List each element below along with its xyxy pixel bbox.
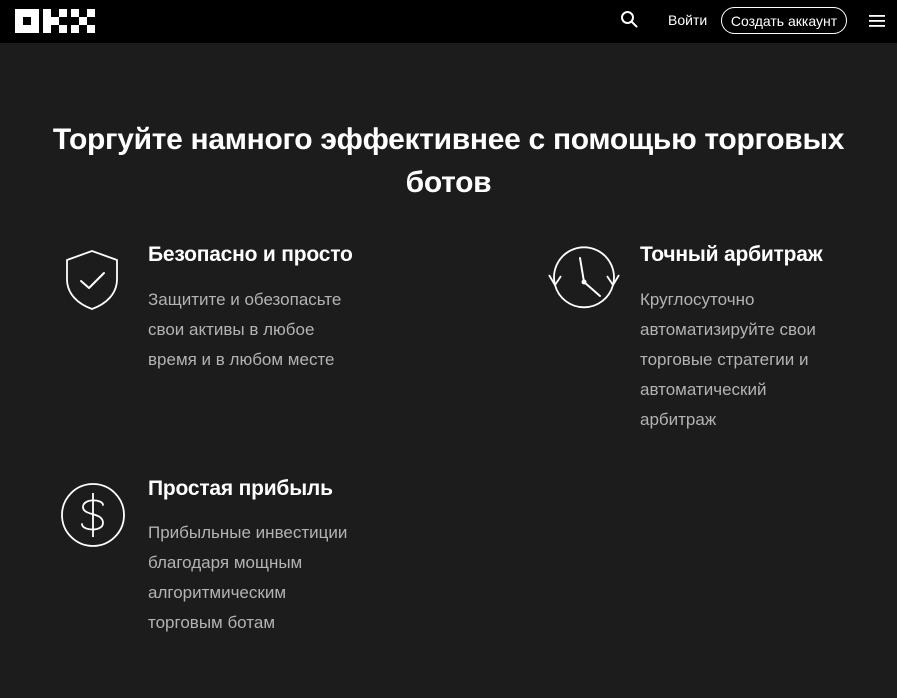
top-navigation-bar: Войти Создать аккаунт <box>0 0 897 43</box>
shield-check-icon <box>66 250 118 310</box>
clock-icon <box>548 246 620 309</box>
dollar-coin-icon <box>61 483 125 547</box>
feature-title: Точный арбитраж <box>640 243 823 266</box>
hamburger-menu-icon[interactable] <box>869 14 885 28</box>
page-title: Торгуйте намного эффективнее с помощью т… <box>52 123 845 199</box>
login-link[interactable]: Войти <box>668 12 707 28</box>
feature-description: Круглосуточно автоматизируйте свои торго… <box>640 290 816 429</box>
signup-button[interactable]: Создать аккаунт <box>721 7 847 34</box>
feature-description: Защитите и обезопасьте свои активы в люб… <box>148 290 342 369</box>
feature-title: Простая прибыль <box>148 477 333 500</box>
okx-logo[interactable] <box>15 9 95 33</box>
feature-description: Прибыльные инвестиции благодаря мощным а… <box>148 523 348 632</box>
feature-title: Безопасно и просто <box>148 243 353 266</box>
search-icon[interactable] <box>620 10 638 28</box>
